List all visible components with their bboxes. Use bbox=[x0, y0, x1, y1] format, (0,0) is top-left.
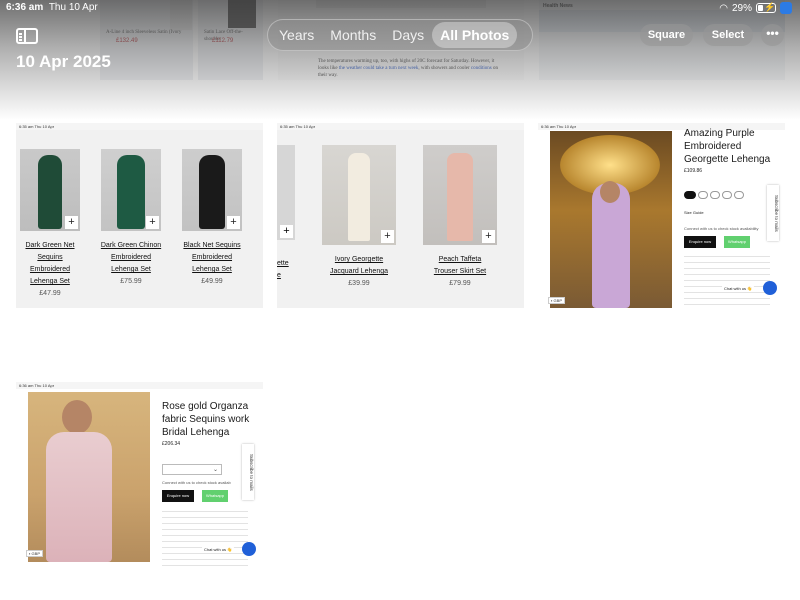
product-photo: + bbox=[20, 149, 80, 231]
size-options bbox=[684, 191, 744, 199]
thumbnail-caption: A-Line 4 inch Sleeveless Satin (Ivory bbox=[106, 30, 182, 35]
product-name: Ivory Georgette Jacquard Lehenga bbox=[330, 256, 388, 275]
product-card: + Ivory Georgette Jacquard Lehenga £39.99 bbox=[322, 145, 396, 287]
more-button[interactable]: ••• bbox=[761, 24, 784, 46]
battery-percent: 29% bbox=[731, 2, 752, 14]
stock-availability-text: Connect with us to check stock availab bbox=[162, 480, 231, 485]
product-name: Dark Green Chinon Embroidered Lehenga Set bbox=[100, 242, 162, 273]
size-option[interactable] bbox=[734, 191, 744, 199]
mini-status-bar: 6:35 am Thu 10 Apr bbox=[277, 123, 524, 130]
status-indicators: ◠ 29% ⚡ bbox=[719, 2, 792, 14]
size-option[interactable] bbox=[684, 191, 696, 199]
photo-thumbnail[interactable]: 6:36 am Thu 10 Apr ▪ GBP Rose gold Organ… bbox=[16, 382, 263, 567]
sidebar-icon[interactable] bbox=[16, 28, 38, 44]
mini-status-bar: 6:35 am Thu 10 Apr bbox=[16, 123, 263, 130]
product-name: Dark Green Net Sequins Embroidered Lehenga … bbox=[25, 242, 75, 285]
news-article-text: The temperatures warming up, too, with h… bbox=[318, 59, 498, 78]
size-guide-link[interactable]: Size Guide bbox=[684, 210, 704, 216]
size-option[interactable] bbox=[698, 191, 708, 199]
thumbnail-price: £112.79 bbox=[212, 38, 234, 44]
plus-icon: + bbox=[381, 230, 394, 243]
size-option[interactable] bbox=[722, 191, 732, 199]
product-title: Amazing Purple Embroidered Georgette Lehen… bbox=[684, 128, 771, 165]
subscribe-tab[interactable]: Subscribe to mails bbox=[242, 444, 254, 500]
chat-label: Chat with us 👋 bbox=[722, 285, 755, 292]
select-button[interactable]: Select bbox=[703, 24, 753, 46]
size-option[interactable] bbox=[710, 191, 720, 199]
thumbnail-price: £132.49 bbox=[116, 38, 138, 44]
flag-icon: ▪ bbox=[551, 298, 553, 303]
plus-icon: + bbox=[65, 216, 78, 229]
product-photo: + bbox=[423, 145, 497, 245]
plus-icon: + bbox=[146, 216, 159, 229]
product-description bbox=[684, 253, 770, 305]
product-photo: + bbox=[182, 149, 242, 231]
product-photo: + bbox=[101, 149, 161, 231]
product-card: + Black Net Sequins Embroidered Lehenga Se… bbox=[180, 149, 244, 285]
photo-thumbnail[interactable]: 6:35 am Thu 10 Apr + ette e + Ivory Georg… bbox=[277, 123, 524, 308]
product-price: £39.99 bbox=[348, 280, 370, 287]
flag-icon: ▪ bbox=[29, 551, 31, 556]
enquire-now-button[interactable]: Enquire now bbox=[684, 236, 716, 248]
tab-months[interactable]: Months bbox=[322, 22, 384, 48]
plus-icon: + bbox=[280, 225, 293, 238]
product-card: + Dark Green Chinon Embroidered Lehenga Se… bbox=[99, 149, 163, 285]
wifi-icon: ◠ bbox=[719, 2, 728, 14]
currency-selector[interactable]: ▪ GBP bbox=[26, 550, 43, 557]
battery-icon: ⚡ bbox=[756, 2, 776, 13]
tab-days[interactable]: Days bbox=[384, 22, 432, 48]
view-segmented-control: Years Months Days All Photos bbox=[267, 19, 533, 51]
product-price: £47.99 bbox=[39, 290, 61, 297]
product-card: + Dark Green Net Sequins Embroidered Leheng… bbox=[18, 149, 82, 297]
product-name: Peach Taffeta Trouser Skirt Set bbox=[433, 256, 487, 275]
product-photo: ▪ GBP bbox=[548, 131, 672, 308]
product-name: Black Net Sequins Embroidered Lehenga Set bbox=[183, 242, 241, 273]
product-price: £79.99 bbox=[449, 280, 471, 287]
product-description bbox=[162, 508, 248, 566]
photo-thumbnail[interactable]: 6:36 am Thu 10 Apr ▪ GBP Amazing Purple E… bbox=[538, 123, 785, 308]
product-price: £109.86 bbox=[684, 168, 703, 174]
status-bar: 6:36 am Thu 10 Apr ◠ 29% ⚡ bbox=[0, 0, 800, 16]
stock-availability-text: Connect with us to check stock availabil… bbox=[684, 226, 759, 231]
chat-label: Chat with us 👋 bbox=[202, 546, 235, 553]
chevron-down-icon: ⌄ bbox=[212, 467, 218, 473]
product-price: £49.99 bbox=[201, 278, 223, 285]
product-card: + Peach Taffeta Trouser Skirt Set £79.99 bbox=[423, 145, 497, 287]
product-name: ette e bbox=[277, 260, 289, 279]
product-title: Rose gold Organza fabric Sequins work Brid… bbox=[162, 401, 250, 438]
chat-icon[interactable] bbox=[763, 281, 777, 295]
page-title: 10 Apr 2025 bbox=[16, 52, 111, 71]
mini-status-bar: 6:36 am Thu 10 Apr bbox=[16, 382, 263, 389]
currency-selector[interactable]: ▪ GBP bbox=[548, 297, 565, 304]
plus-icon: + bbox=[482, 230, 495, 243]
whatsapp-button[interactable]: Whatsapp bbox=[724, 236, 750, 248]
tab-all-photos[interactable]: All Photos bbox=[432, 22, 518, 48]
tab-years[interactable]: Years bbox=[271, 22, 322, 48]
screen-recording-icon bbox=[780, 2, 792, 14]
product-price: £75.99 bbox=[120, 278, 142, 285]
product-photo: + bbox=[277, 145, 295, 240]
plus-icon: + bbox=[227, 216, 240, 229]
product-photo: ▪ GBP bbox=[26, 392, 150, 562]
subscribe-tab[interactable]: Subscribe to mails bbox=[767, 185, 779, 241]
square-button[interactable]: Square bbox=[640, 24, 693, 46]
product-price: £206.34 bbox=[162, 441, 181, 447]
product-photo: + bbox=[322, 145, 396, 245]
whatsapp-button[interactable]: Whatsapp bbox=[202, 490, 228, 502]
chat-icon[interactable] bbox=[242, 542, 256, 556]
size-dropdown[interactable]: ⌄ bbox=[162, 464, 222, 475]
photo-thumbnail[interactable]: 6:35 am Thu 10 Apr + Dark Green Net Sequi… bbox=[16, 123, 263, 308]
photos-app-screen: A-Line 4 inch Sleeveless Satin (Ivory £1… bbox=[0, 0, 800, 600]
enquire-now-button[interactable]: Enquire now bbox=[162, 490, 194, 502]
status-time: 6:36 am Thu 10 Apr bbox=[6, 2, 98, 13]
